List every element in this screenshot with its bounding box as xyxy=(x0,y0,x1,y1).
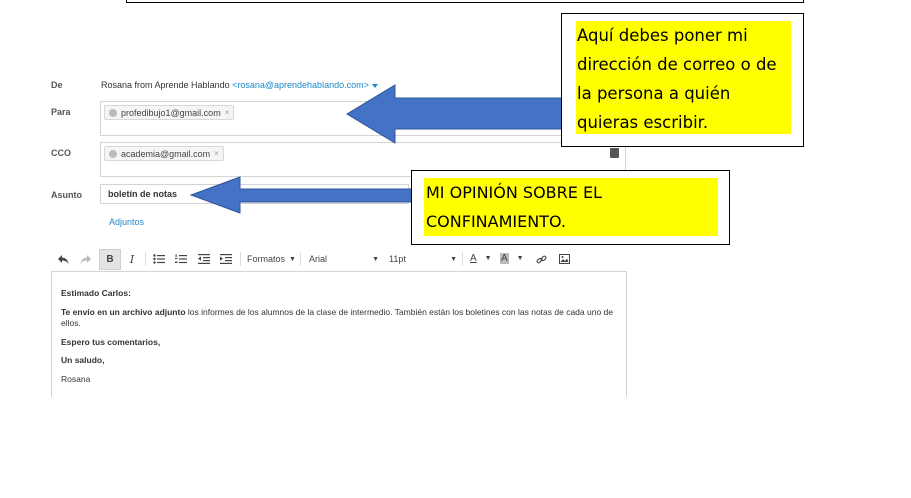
arrow-to-recipient xyxy=(346,84,564,144)
callout-subject: MI OPINIÓN SOBRE EL CONFINAMIENTO. xyxy=(411,170,730,245)
callout-recipient-text: Aquí debes poner mi dirección de correo … xyxy=(576,21,791,134)
callout-recipient: Aquí debes poner mi dirección de correo … xyxy=(561,13,804,147)
arrow-to-subject xyxy=(189,176,414,214)
callout-subject-text: MI OPINIÓN SOBRE EL CONFINAMIENTO. xyxy=(424,178,718,236)
